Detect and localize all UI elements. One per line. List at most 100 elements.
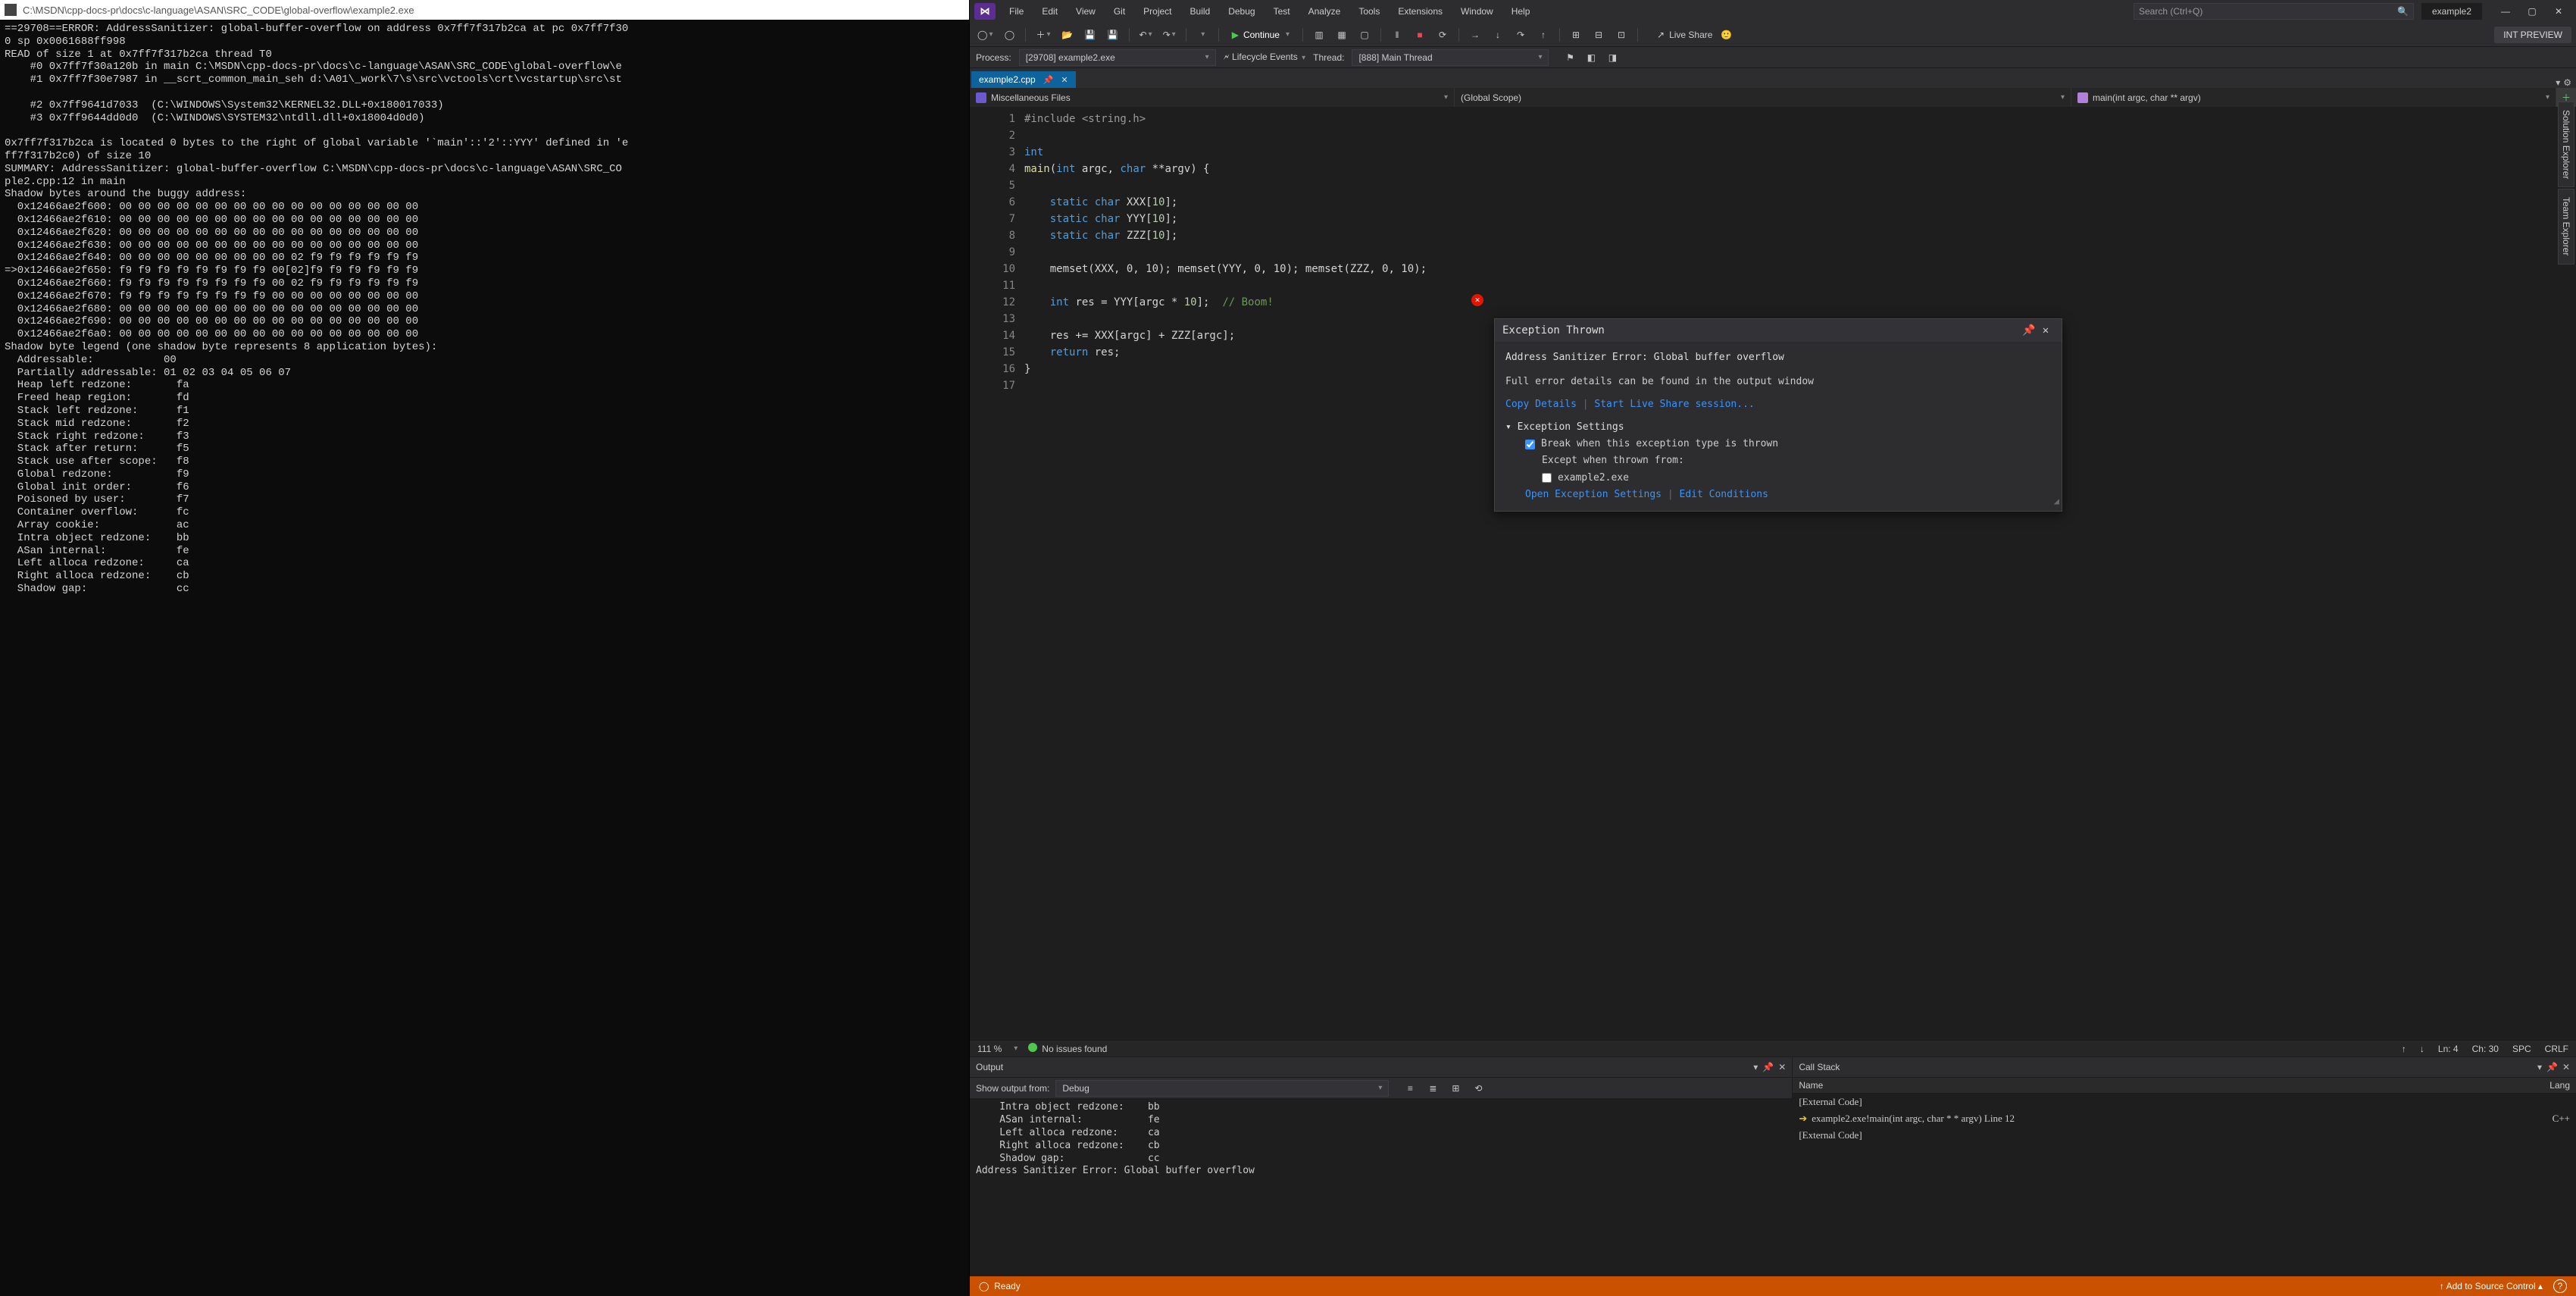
output-btn-c[interactable]: ⊞ <box>1446 1079 1465 1097</box>
copy-details-link[interactable]: Copy Details <box>1505 399 1577 410</box>
side-tab-solution-explorer[interactable]: Solution Explorer <box>2558 102 2574 187</box>
process-dropdown[interactable]: [29708] example2.exe▾ <box>1019 49 1216 66</box>
show-next-statement-button[interactable]: → <box>1466 26 1484 44</box>
nav-project-dropdown[interactable]: Miscellaneous Files▾ <box>970 88 1455 107</box>
exception-popup-header[interactable]: Exception Thrown 📌 ✕ <box>1495 319 2062 342</box>
console-body[interactable]: ==29708==ERROR: AddressSanitizer: global… <box>0 20 969 1296</box>
toolbar-btn-b[interactable]: ▦ <box>1333 26 1351 44</box>
callstack-row[interactable]: ➔example2.exe!main(int argc, char * * ar… <box>1793 1110 2576 1127</box>
nav-scope-dropdown[interactable]: (Global Scope)▾ <box>1455 88 2071 107</box>
nav-member-dropdown[interactable]: main(int argc, char ** argv)▾ <box>2071 88 2556 107</box>
menu-project[interactable]: Project <box>1136 3 1179 20</box>
redo-button[interactable]: ↷▾ <box>1160 26 1179 44</box>
menu-view[interactable]: View <box>1068 3 1103 20</box>
restart-button[interactable]: ⟳ <box>1433 26 1452 44</box>
indent-mode[interactable]: SPC <box>2512 1044 2531 1054</box>
edit-conditions-link[interactable]: Edit Conditions <box>1680 489 1768 500</box>
search-input[interactable]: Search (Ctrl+Q) 🔍 <box>2134 3 2414 20</box>
flag-button[interactable]: ⚑ <box>1561 49 1579 67</box>
close-tab-icon[interactable]: ✕ <box>1061 75 1068 85</box>
callstack-row[interactable]: [External Code] <box>1793 1127 2576 1144</box>
menu-debug[interactable]: Debug <box>1221 3 1262 20</box>
save-all-button[interactable]: 💾 <box>1104 26 1122 44</box>
open-exception-settings-link[interactable]: Open Exception Settings <box>1525 489 1662 500</box>
toolbar-btn-a[interactable]: ▥ <box>1310 26 1328 44</box>
except-from-checkbox[interactable]: example2.exe <box>1505 470 2051 487</box>
menu-help[interactable]: Help <box>1504 3 1538 20</box>
config-dropdown[interactable]: ▾ <box>1193 26 1211 44</box>
toolbar-btn-f[interactable]: ⊡ <box>1612 26 1630 44</box>
stack-frame-2-button[interactable]: ◨ <box>1603 49 1621 67</box>
panel-close-button[interactable]: ✕ <box>1778 1062 1786 1072</box>
pause-button[interactable]: ‖ <box>1388 26 1406 44</box>
nav-back-button[interactable]: ◯▾ <box>974 26 996 44</box>
code-editor[interactable]: 1234567891011121314151617 #include <stri… <box>970 108 2576 1040</box>
tab-options-button[interactable]: ⚙ <box>2563 77 2571 88</box>
step-over-button[interactable]: ↷ <box>1512 26 1530 44</box>
break-checkbox[interactable]: Break when this exception type is thrown <box>1505 436 2051 452</box>
lifecycle-events-button[interactable]: 🗲 Lifecycle Events ▾ <box>1224 52 1305 63</box>
panel-close-button[interactable]: ✕ <box>2562 1062 2570 1072</box>
output-btn-b[interactable]: ≣ <box>1424 1079 1442 1097</box>
start-liveshare-link[interactable]: Start Live Share session... <box>1594 399 1754 410</box>
panel-pin-button[interactable]: 📌 <box>1762 1062 1774 1072</box>
callstack-row[interactable]: [External Code] <box>1793 1094 2576 1110</box>
output-source-dropdown[interactable]: Debug▾ <box>1055 1080 1389 1097</box>
nav-fwd-button[interactable]: ◯ <box>1000 26 1018 44</box>
save-button[interactable]: 💾 <box>1081 26 1099 44</box>
menu-git[interactable]: Git <box>1106 3 1133 20</box>
minimize-button[interactable]: — <box>2493 2 2518 20</box>
menu-edit[interactable]: Edit <box>1034 3 1065 20</box>
menu-analyze[interactable]: Analyze <box>1301 3 1349 20</box>
zoom-level[interactable]: 111 % <box>977 1044 1002 1054</box>
side-tab-team-explorer[interactable]: Team Explorer <box>2558 189 2574 264</box>
step-into-button[interactable]: ↓ <box>1489 26 1507 44</box>
menu-window[interactable]: Window <box>1453 3 1501 20</box>
error-glyph-icon[interactable]: ✕ <box>1471 294 1483 306</box>
toolbar-btn-e[interactable]: ⊟ <box>1590 26 1608 44</box>
callstack-body[interactable]: [External Code]➔example2.exe!main(int ar… <box>1793 1094 2576 1276</box>
eol-mode[interactable]: CRLF <box>2545 1044 2568 1054</box>
toolbar-btn-c[interactable]: ▢ <box>1355 26 1374 44</box>
output-btn-d[interactable]: ⟲ <box>1469 1079 1487 1097</box>
stack-frame-button[interactable]: ◧ <box>1582 49 1600 67</box>
callstack-column-header[interactable]: Name Lang <box>1793 1077 2576 1094</box>
feedback-button[interactable]: 🙂 <box>1717 26 1735 44</box>
continue-button[interactable]: ▶Continue▾ <box>1226 30 1296 40</box>
thread-dropdown[interactable]: [888] Main Thread▾ <box>1352 49 1549 66</box>
output-btn-a[interactable]: ≡ <box>1401 1079 1419 1097</box>
code-area[interactable]: #include <string.h> int main(int argc, c… <box>1024 108 2576 1040</box>
panel-pin-button[interactable]: 📌 <box>2546 1062 2558 1072</box>
step-out-button[interactable]: ↑ <box>1534 26 1552 44</box>
notifications-button[interactable]: ? <box>2553 1279 2567 1293</box>
resize-grip-icon[interactable]: ◢ <box>2054 493 2059 509</box>
close-icon[interactable]: ✕ <box>2037 322 2054 339</box>
close-button[interactable]: ✕ <box>2546 2 2571 20</box>
exception-settings-header[interactable]: ▾ Exception Settings <box>1505 419 2051 436</box>
add-source-control-button[interactable]: ↑ Add to Source Control ▴ <box>2440 1281 2543 1291</box>
undo-button[interactable]: ↶▾ <box>1136 26 1155 44</box>
issues-label[interactable]: No issues found <box>1042 1044 1107 1054</box>
new-item-button[interactable]: ＋▾ <box>1033 26 1053 44</box>
live-share-button[interactable]: ↗ Live Share <box>1657 30 1712 40</box>
menu-extensions[interactable]: Extensions <box>1390 3 1450 20</box>
panel-dropdown-button[interactable]: ▾ <box>2537 1062 2542 1072</box>
panel-dropdown-button[interactable]: ▾ <box>1753 1062 1758 1072</box>
vs-logo-icon[interactable]: ⋈ <box>974 3 996 20</box>
menu-build[interactable]: Build <box>1183 3 1218 20</box>
toolbar-btn-d[interactable]: ⊞ <box>1567 26 1585 44</box>
menu-test[interactable]: Test <box>1266 3 1298 20</box>
console-titlebar[interactable]: C:\MSDN\cpp-docs-pr\docs\c-language\ASAN… <box>0 0 969 20</box>
maximize-button[interactable]: ▢ <box>2519 2 2545 20</box>
stop-button[interactable]: ■ <box>1411 26 1429 44</box>
menu-tools[interactable]: Tools <box>1351 3 1387 20</box>
tab-dropdown-button[interactable]: ▾ <box>2556 77 2560 88</box>
solution-tab[interactable]: example2 <box>2421 3 2482 20</box>
file-tab-example2[interactable]: example2.cpp 📌 ✕ <box>971 71 1076 88</box>
pin-icon[interactable]: 📌 <box>1043 75 1054 85</box>
output-body[interactable]: Intra object redzone: bb ASan internal: … <box>970 1098 1792 1276</box>
menu-file[interactable]: File <box>1002 3 1031 20</box>
open-button[interactable]: 📂 <box>1058 26 1077 44</box>
pin-icon[interactable]: 📌 <box>2021 322 2037 339</box>
preview-badge[interactable]: INT PREVIEW <box>2494 27 2571 43</box>
